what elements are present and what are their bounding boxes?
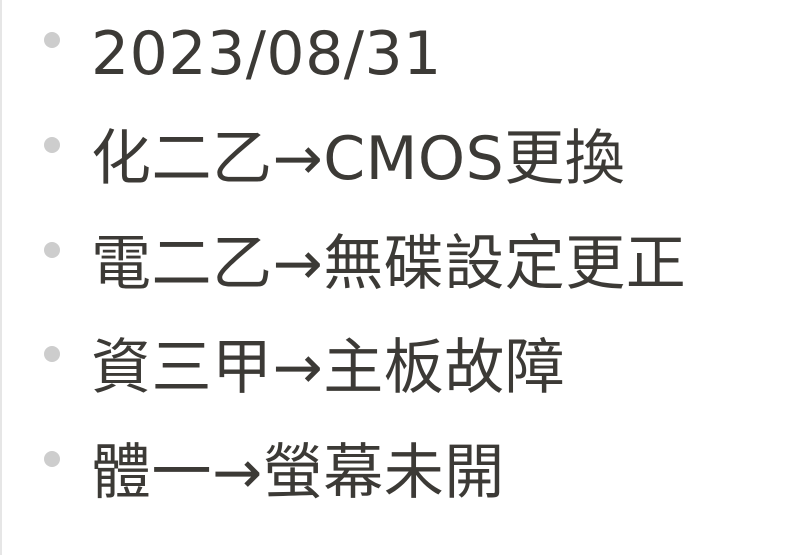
list-item-text[interactable]: 化二乙→CMOS更換 [91,119,625,199]
bullet-dot-icon [44,137,60,153]
bullet-list: 2023/08/31 化二乙→CMOS更換 電二乙→無碟設定更正 資三甲→主板故… [0,0,803,555]
bullet-dot-icon [44,32,60,48]
list-item[interactable]: 體一→螢幕未開 [0,433,803,513]
list-item[interactable]: 電二乙→無碟設定更正 [0,224,803,304]
bullet-dot-icon [44,346,60,362]
list-item[interactable]: 資三甲→主板故障 [0,328,803,408]
list-item[interactable]: 2023/08/31 [0,14,803,94]
list-item-text[interactable]: 電二乙→無碟設定更正 [91,224,686,304]
bullet-dot-icon [44,451,60,467]
list-item[interactable]: 化二乙→CMOS更換 [0,119,803,199]
list-item-text[interactable]: 資三甲→主板故障 [91,328,565,408]
bullet-dot-icon [44,242,60,258]
list-item-text[interactable]: 2023/08/31 [91,14,442,94]
list-item-text[interactable]: 體一→螢幕未開 [91,433,505,513]
